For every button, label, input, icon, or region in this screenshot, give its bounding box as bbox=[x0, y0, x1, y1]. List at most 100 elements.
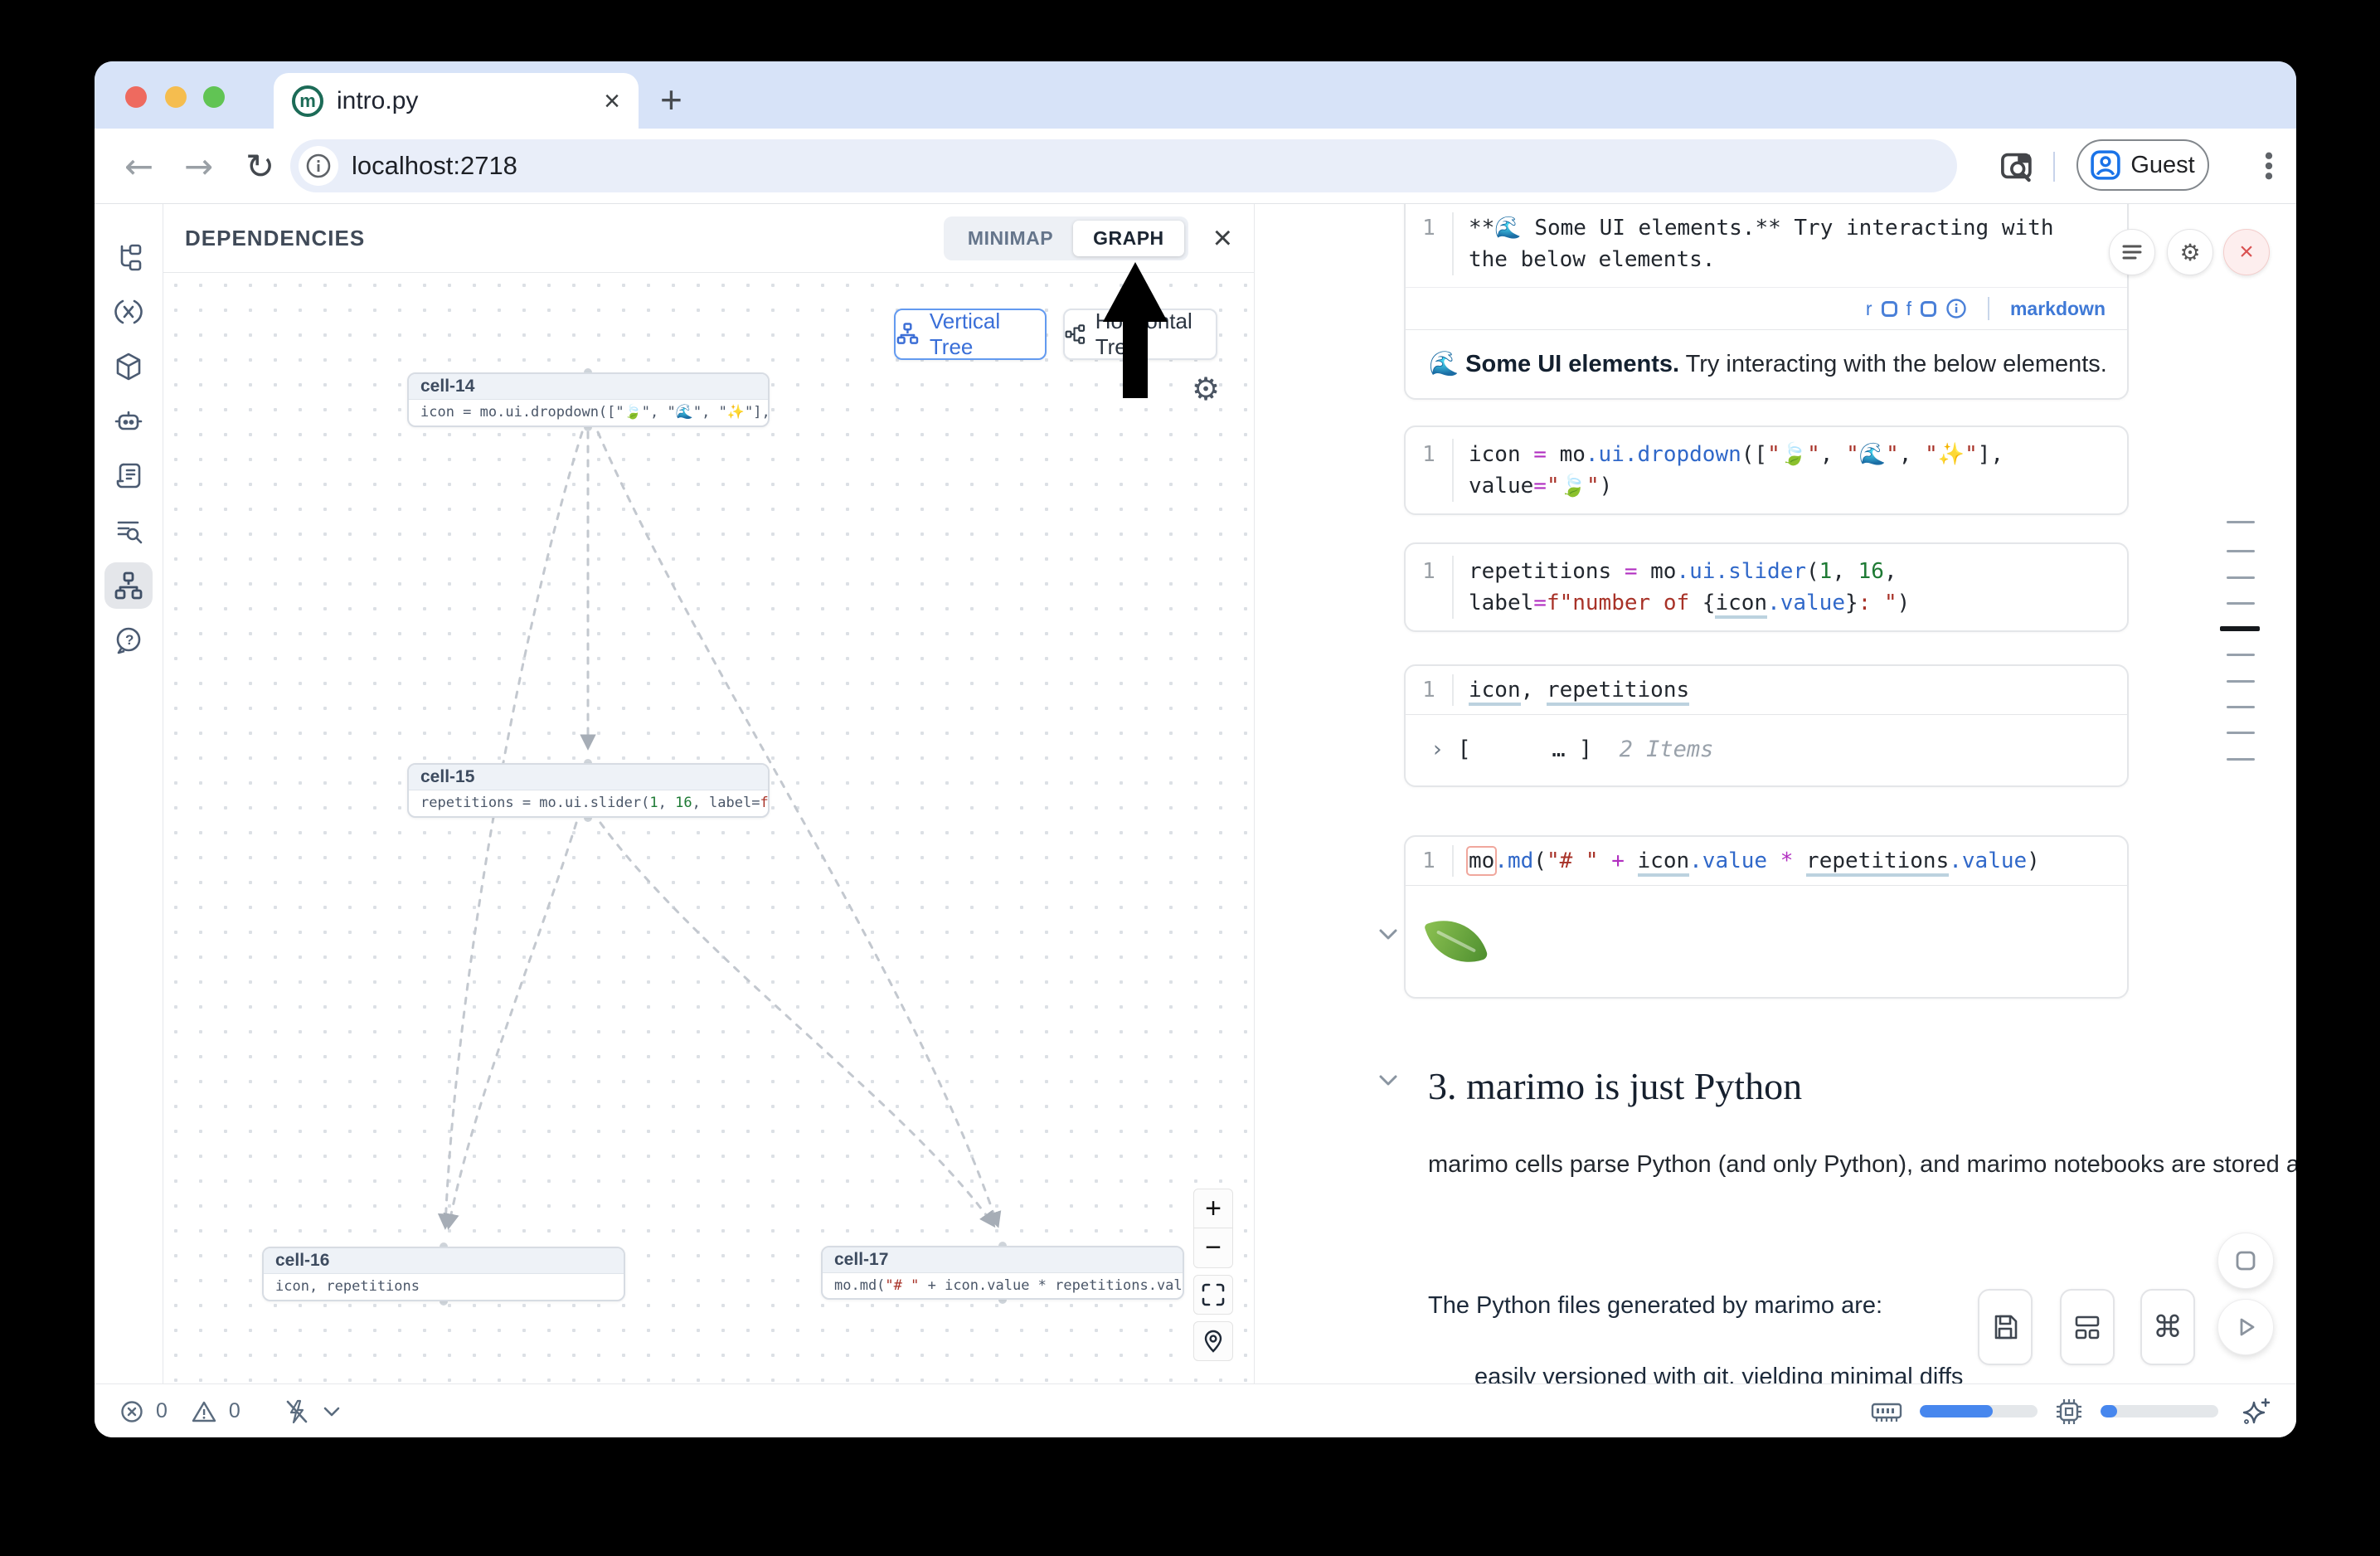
browser-menu-icon[interactable] bbox=[2252, 129, 2285, 203]
minimap-cell-marker[interactable] bbox=[2227, 521, 2255, 523]
back-button[interactable]: ← bbox=[124, 129, 153, 203]
code-token: .value bbox=[1689, 849, 1767, 873]
memory-usage-fill bbox=[1920, 1405, 1993, 1417]
zoom-out-button[interactable]: − bbox=[1193, 1228, 1233, 1268]
code-token: ( bbox=[1806, 559, 1819, 584]
url-text: localhost:2718 bbox=[352, 151, 517, 181]
graph-canvas[interactable]: Vertical Tree Horizontal Tree ⚙ cell-14 … bbox=[163, 273, 1254, 1384]
menu-icon bbox=[2120, 241, 2144, 264]
minimap-cell-marker[interactable] bbox=[2227, 602, 2255, 605]
code-token: 2 Items bbox=[1592, 737, 1713, 762]
notebook-cell-markdown-expr[interactable]: 1 mo.md("# " + icon.value * repetitions.… bbox=[1404, 835, 2129, 999]
profile-button[interactable]: Guest bbox=[2076, 139, 2209, 191]
ai-sparkle-icon[interactable] bbox=[2240, 1396, 2271, 1427]
code-token: 🌊 bbox=[1429, 351, 1465, 377]
cell-language-badge[interactable]: markdown bbox=[2010, 298, 2106, 320]
close-panel-icon[interactable]: × bbox=[1213, 221, 1232, 255]
collapse-chevron-icon[interactable] bbox=[1376, 926, 1401, 944]
vertical-tree-button[interactable]: Vertical Tree bbox=[894, 309, 1047, 360]
browser-tab[interactable]: m intro.py × bbox=[274, 73, 639, 129]
code-line[interactable]: the below elements. bbox=[1452, 244, 2107, 275]
file-explorer-icon[interactable] bbox=[104, 234, 153, 280]
graph-node-cell-15[interactable]: cell-15 repetitions = mo.ui.slider(1, 16… bbox=[407, 763, 770, 818]
site-info-icon[interactable] bbox=[299, 146, 338, 186]
minimap-cell-marker[interactable] bbox=[2227, 550, 2255, 552]
layout-button[interactable] bbox=[2060, 1289, 2115, 1365]
help-icon[interactable]: ? bbox=[104, 617, 153, 664]
info-icon[interactable] bbox=[1945, 298, 1967, 319]
notebook-menu-button[interactable] bbox=[2109, 229, 2155, 275]
browser-tab-bar: m intro.py × + bbox=[95, 61, 2296, 129]
dependency-graph-icon[interactable] bbox=[104, 562, 153, 609]
autorun-disabled-icon[interactable] bbox=[284, 1398, 310, 1425]
ai-assistant-icon[interactable] bbox=[104, 398, 153, 445]
code-line[interactable]: value="🍃") bbox=[1452, 470, 2107, 502]
save-button[interactable] bbox=[1978, 1289, 2033, 1365]
code-token: icon bbox=[1638, 849, 1690, 877]
minimap-cell-marker[interactable] bbox=[2227, 706, 2255, 708]
close-window-button[interactable] bbox=[125, 86, 147, 108]
zoom-in-button[interactable]: + bbox=[1193, 1189, 1233, 1228]
notebook-cell-tuple[interactable]: 1 icon, repetitions › [ … ] 2 Items bbox=[1404, 664, 2129, 787]
maximize-window-button[interactable] bbox=[203, 86, 225, 108]
code-line[interactable]: repetitions = mo.ui.slider(1, 16, bbox=[1452, 556, 2107, 587]
toggle-f-checkbox[interactable] bbox=[1921, 301, 1936, 317]
code-line[interactable]: label=f"number of {icon.value}: ") bbox=[1452, 587, 2107, 619]
code-token: * bbox=[1780, 849, 1794, 873]
snippets-icon[interactable] bbox=[104, 453, 153, 499]
fit-view-button[interactable] bbox=[1193, 1275, 1233, 1315]
code-token: , bbox=[1899, 442, 1925, 467]
reload-button[interactable]: ↻ bbox=[245, 129, 274, 203]
minimap-cell-marker[interactable] bbox=[2227, 758, 2255, 761]
minimap-cell-marker[interactable] bbox=[2227, 680, 2255, 683]
minimap-cell-marker[interactable] bbox=[2227, 576, 2255, 579]
code-token: = bbox=[1533, 591, 1547, 615]
code-token: Try interacting with the below elements. bbox=[1679, 351, 2107, 377]
code-line[interactable]: icon, repetitions bbox=[1452, 674, 2107, 706]
shutdown-button[interactable]: × bbox=[2223, 229, 2270, 275]
code-line[interactable]: mo.md("# " + icon.value * repetitions.va… bbox=[1452, 845, 2107, 877]
minimap-current-cell-marker[interactable] bbox=[2220, 626, 2260, 631]
address-bar[interactable]: localhost:2718 bbox=[290, 139, 1957, 192]
tab-graph[interactable]: GRAPH bbox=[1073, 221, 1184, 256]
keyboard-shortcuts-button[interactable]: ⌘ bbox=[2140, 1289, 2195, 1365]
errors-icon[interactable] bbox=[119, 1399, 144, 1424]
toggle-r-checkbox[interactable] bbox=[1882, 301, 1897, 317]
graph-node-cell-17[interactable]: cell-17 mo.md("# " + icon.value * repeti… bbox=[821, 1246, 1184, 1300]
minimap-cell-marker[interactable] bbox=[2227, 732, 2255, 734]
minimize-window-button[interactable] bbox=[165, 86, 187, 108]
center-node-button[interactable] bbox=[1193, 1321, 1233, 1361]
forward-button[interactable]: → bbox=[184, 129, 213, 203]
minimap-cell-marker[interactable] bbox=[2227, 654, 2255, 656]
code-token: repetitions bbox=[1469, 559, 1625, 584]
cell-config-row: r f markdown bbox=[1406, 287, 2127, 329]
cell-output-collapsed-list[interactable]: › [ … ] 2 Items bbox=[1406, 714, 2127, 785]
run-button[interactable] bbox=[2217, 1299, 2274, 1355]
cpu-usage-fill bbox=[2101, 1405, 2117, 1417]
code-line[interactable]: **🌊 Some UI elements.** Try interacting … bbox=[1452, 212, 2107, 244]
tab-close-icon[interactable]: × bbox=[604, 87, 620, 115]
marimo-favicon-icon: m bbox=[292, 85, 323, 117]
notebook-cell-dropdown[interactable]: 1 icon = mo.ui.dropdown(["🍃", "🌊", "✨"],… bbox=[1404, 425, 2129, 515]
packages-icon[interactable] bbox=[104, 343, 153, 390]
location-pin-icon bbox=[1201, 1329, 1226, 1354]
graph-settings-icon[interactable]: ⚙ bbox=[1192, 371, 1220, 407]
notebook-cell-slider[interactable]: 1 repetitions = mo.ui.slider(1, 16, labe… bbox=[1404, 542, 2129, 632]
code-line[interactable]: icon = mo.ui.dropdown(["🍃", "🌊", "✨"], bbox=[1452, 439, 2107, 470]
chevron-down-icon[interactable] bbox=[322, 1404, 342, 1419]
graph-node-cell-16[interactable]: cell-16 icon, repetitions bbox=[262, 1247, 625, 1301]
tab-search-icon[interactable] bbox=[1999, 129, 2035, 203]
outline-search-icon[interactable] bbox=[104, 508, 153, 554]
notebook-settings-button[interactable]: ⚙ bbox=[2167, 229, 2213, 275]
section-chevron-icon[interactable] bbox=[1376, 1072, 1401, 1090]
section-paragraph: marimo cells parse Python (and only Pyth… bbox=[1428, 1145, 2000, 1185]
graph-node-cell-14[interactable]: cell-14 icon = mo.ui.dropdown(["🍃", "🌊",… bbox=[407, 372, 770, 427]
variables-icon[interactable] bbox=[104, 289, 153, 335]
notebook-cell-markdown[interactable]: 1 **🌊 Some UI elements.** Try interactin… bbox=[1404, 204, 2129, 400]
warnings-icon[interactable] bbox=[191, 1399, 217, 1424]
code-token: ) bbox=[2027, 849, 2040, 873]
code-token: mo bbox=[1469, 849, 1494, 873]
stop-button[interactable] bbox=[2217, 1233, 2274, 1289]
tab-minimap[interactable]: MINIMAP bbox=[948, 221, 1073, 256]
new-tab-button[interactable]: + bbox=[660, 75, 682, 124]
